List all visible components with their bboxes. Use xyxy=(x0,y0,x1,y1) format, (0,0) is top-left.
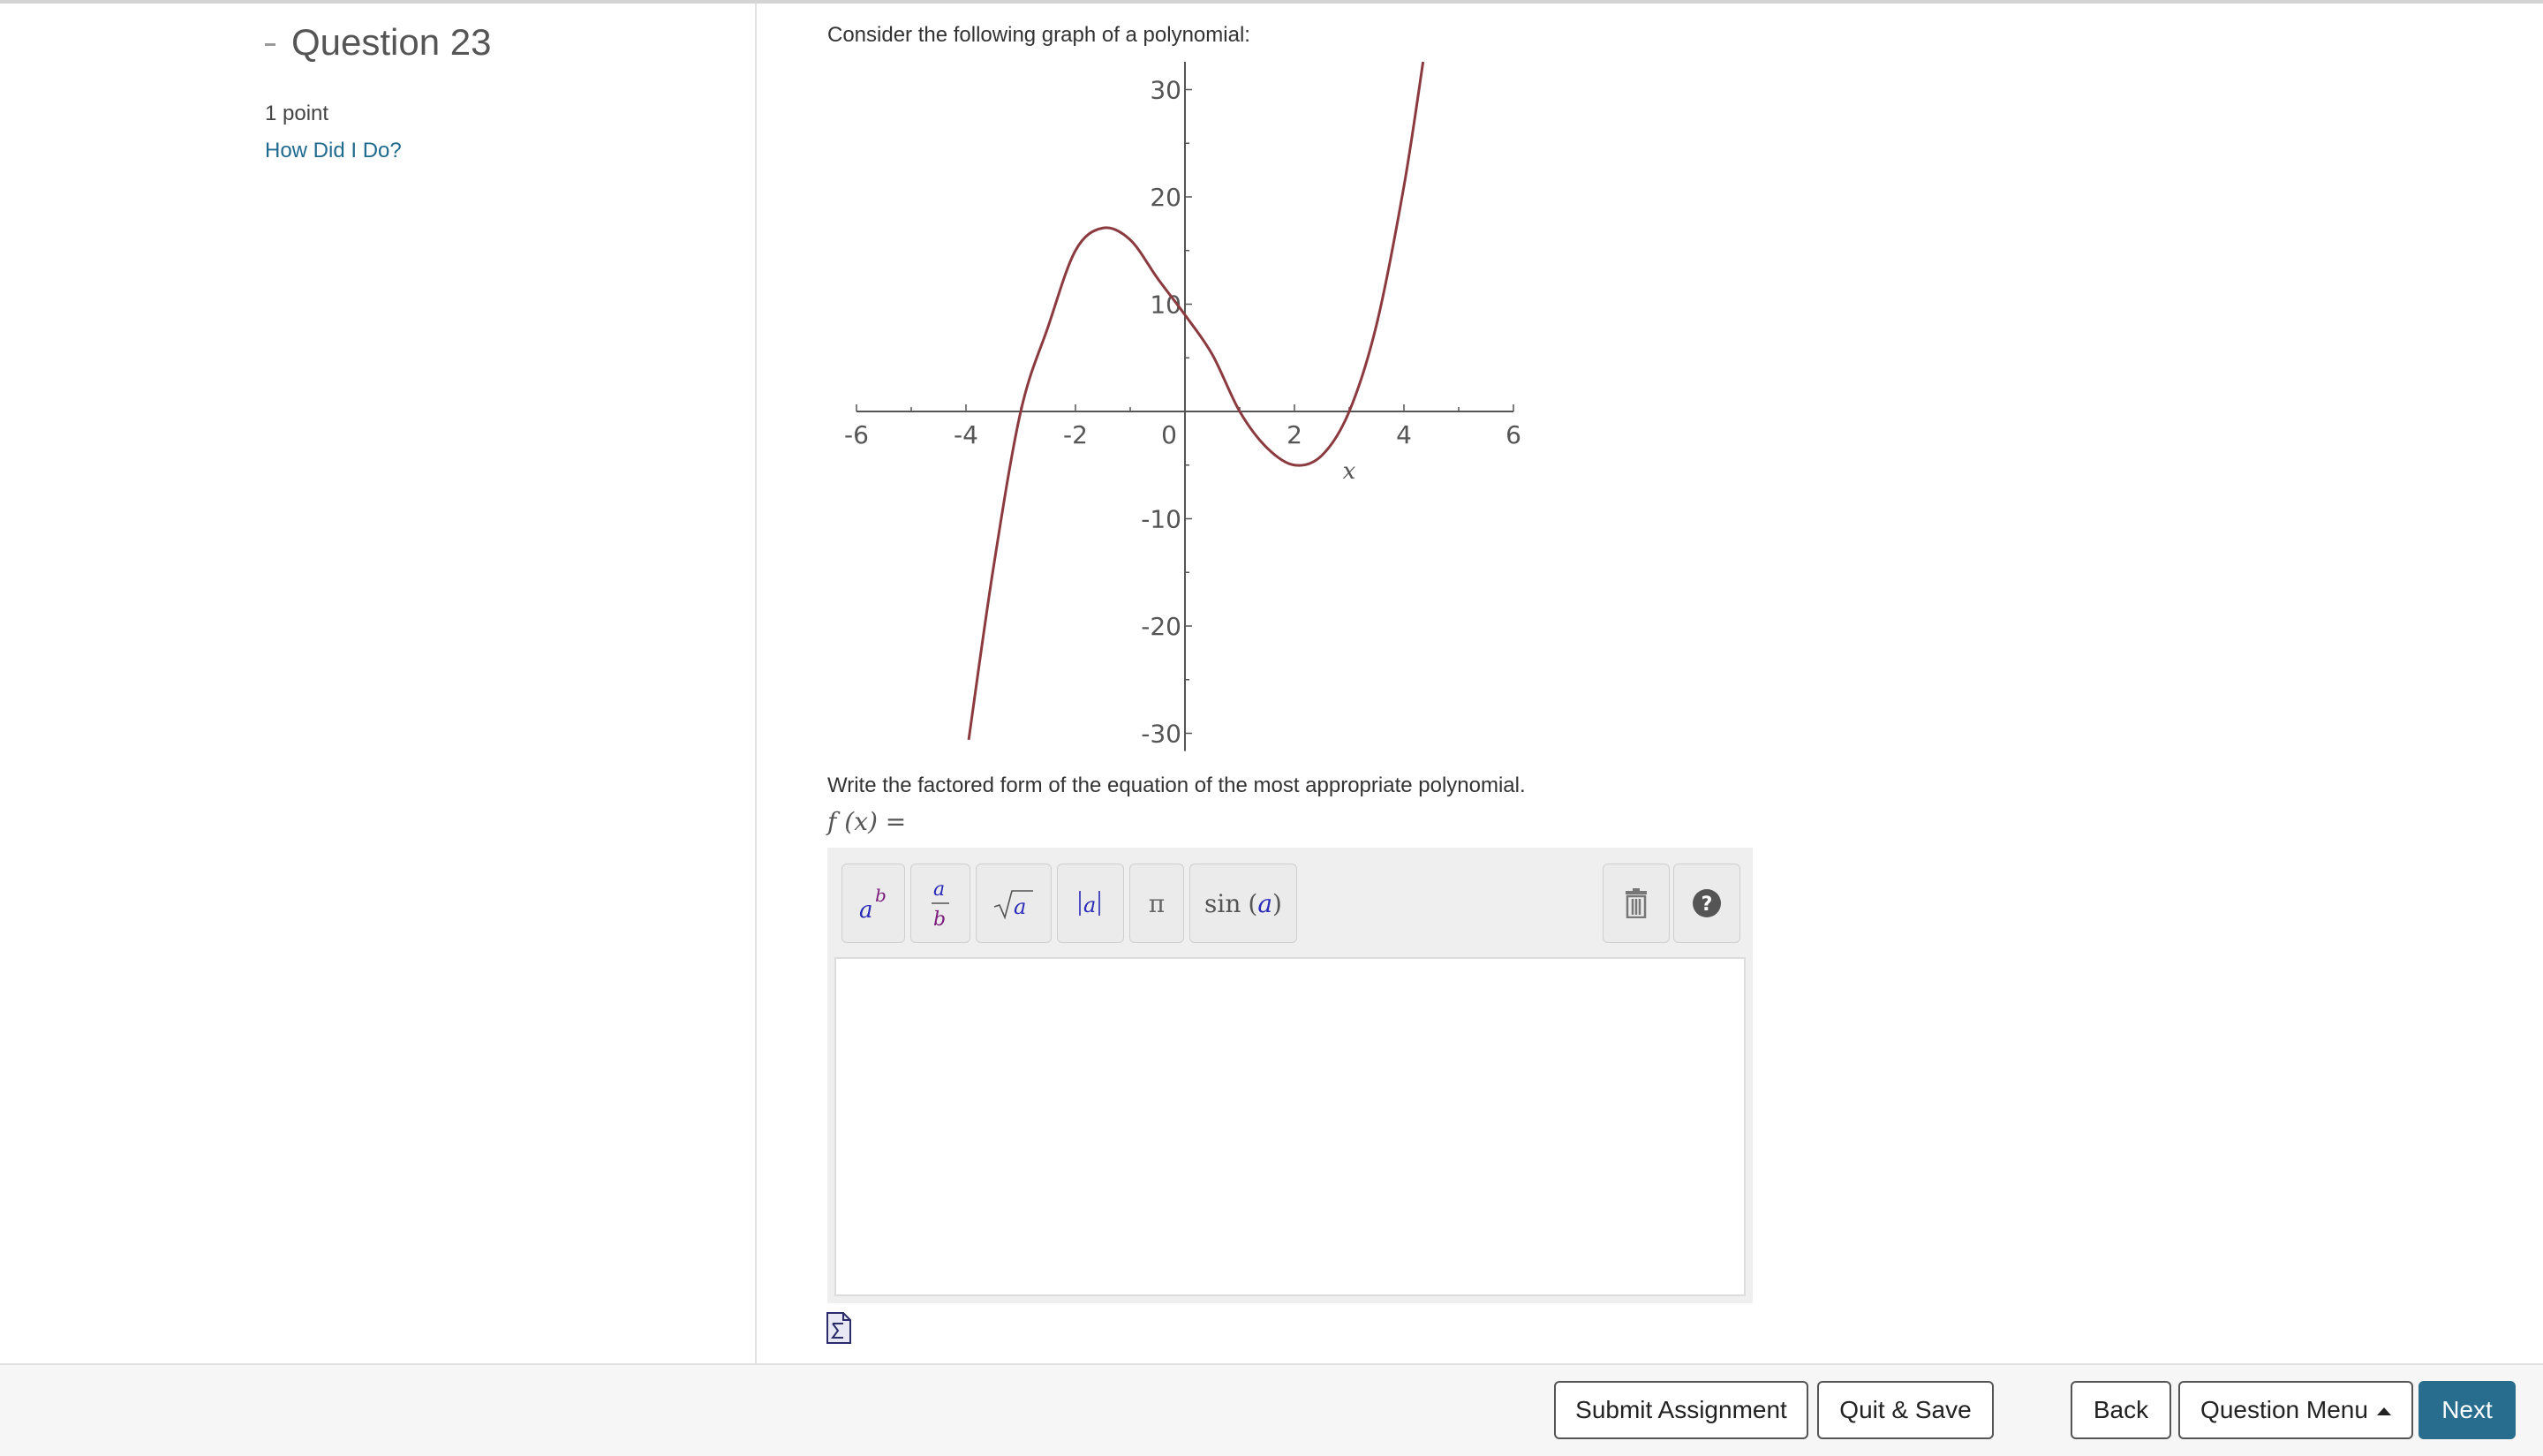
question-menu-button[interactable]: Question Menu xyxy=(2178,1381,2413,1439)
x-tick-label: -4 xyxy=(954,420,978,449)
submit-assignment-button[interactable]: Submit Assignment xyxy=(1554,1381,1808,1439)
exponent-button[interactable]: a b xyxy=(841,864,905,943)
absolute-value-icon: a xyxy=(1079,891,1100,917)
question-menu-label: Question Menu xyxy=(2200,1396,2368,1423)
sqrt-icon: a xyxy=(993,890,1033,920)
y-tick-label: 30 xyxy=(1150,76,1181,105)
svg-text:a: a xyxy=(933,879,945,901)
quit-save-button[interactable]: Quit & Save xyxy=(1817,1381,1994,1439)
sin-open-paren: ( xyxy=(1248,888,1258,918)
sin-button[interactable]: sin ( a ) xyxy=(1189,864,1297,943)
equation-editor-icon[interactable] xyxy=(826,1309,852,1345)
x-tick-label: -2 xyxy=(1063,420,1088,449)
sqrt-button[interactable]: a xyxy=(976,864,1052,943)
y-tick-label: -10 xyxy=(1141,505,1181,534)
question-title: Question 23 xyxy=(291,21,492,63)
x-axis-label: x xyxy=(1343,458,1356,485)
svg-text:a: a xyxy=(859,897,873,923)
y-tick-label: 20 xyxy=(1150,183,1181,212)
back-button[interactable]: Back xyxy=(2071,1381,2171,1439)
sin-argument: a xyxy=(1257,888,1273,918)
trash-icon xyxy=(1626,888,1647,918)
top-border xyxy=(0,0,2543,4)
exponent-icon: a b xyxy=(859,885,887,923)
x-tick-label: 2 xyxy=(1287,420,1302,449)
column-divider xyxy=(755,4,757,1363)
svg-text:b: b xyxy=(875,885,887,906)
clear-button[interactable] xyxy=(1603,864,1670,943)
x-tick-label: 4 xyxy=(1396,420,1412,449)
x-tick-label: 0 xyxy=(1161,420,1177,449)
next-button[interactable]: Next xyxy=(2418,1381,2516,1439)
y-tick-label: -30 xyxy=(1141,720,1181,749)
y-tick-label: -20 xyxy=(1141,612,1181,641)
assignment-footer: Submit Assignment Quit & Save Back Quest… xyxy=(0,1363,2543,1456)
question-header[interactable]: Question 23 xyxy=(265,21,492,64)
how-did-i-do-link[interactable]: How Did I Do? xyxy=(265,139,402,163)
x-tick-label: -6 xyxy=(844,420,869,449)
help-icon: ? xyxy=(1693,889,1721,917)
question-prompt: Consider the following graph of a polyno… xyxy=(827,23,1250,47)
question-instruction: Write the factored form of the equation … xyxy=(827,773,1526,797)
caret-up-icon xyxy=(2376,1407,2391,1415)
fraction-button[interactable]: a b xyxy=(910,864,970,943)
x-tick-label: 6 xyxy=(1505,420,1521,449)
pi-symbol: π xyxy=(1148,888,1166,918)
math-editor: a b a b a a π sin ( a ) ? xyxy=(827,848,1753,1303)
svg-text:a: a xyxy=(1083,893,1096,917)
svg-text:?: ? xyxy=(1702,894,1713,916)
svg-text:b: b xyxy=(933,909,946,931)
collapse-icon[interactable] xyxy=(265,42,275,46)
polynomial-graph: -6 -4 -2 0 2 4 6302010-10-20-30x xyxy=(844,62,1521,751)
help-button[interactable]: ? xyxy=(1673,864,1740,943)
svg-text:a: a xyxy=(1014,894,1026,919)
answer-input[interactable] xyxy=(834,957,1746,1296)
question-points: 1 point xyxy=(265,102,329,125)
series-line xyxy=(967,62,1425,741)
pi-button[interactable]: π xyxy=(1129,864,1184,943)
absolute-value-button[interactable]: a xyxy=(1057,864,1124,943)
answer-label: f (x) = xyxy=(827,807,907,836)
sin-label: sin xyxy=(1204,888,1241,918)
fraction-icon: a b xyxy=(932,879,949,931)
sin-close-paren: ) xyxy=(1272,888,1282,918)
